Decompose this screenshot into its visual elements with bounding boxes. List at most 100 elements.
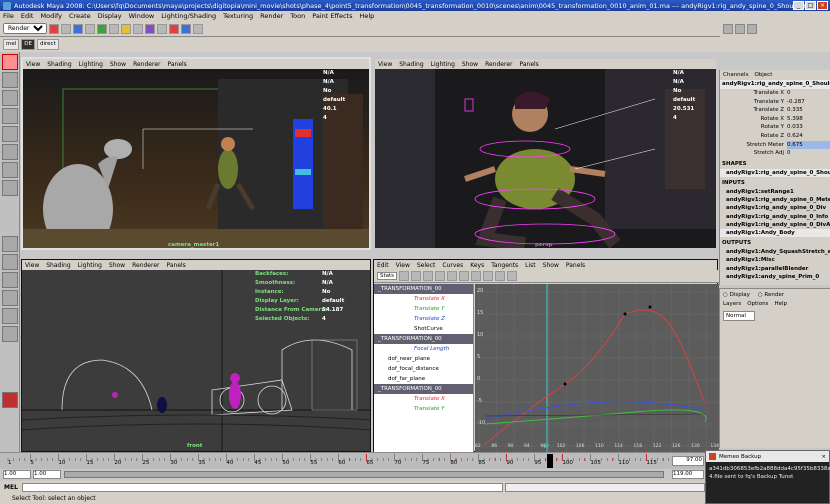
outliner-item[interactable]: dof_focal_distance	[374, 364, 473, 374]
vp-menu-shading[interactable]: Shading	[47, 61, 71, 68]
start-time-field[interactable]: 1.00	[3, 470, 31, 479]
close-button[interactable]: ×	[817, 1, 828, 10]
graph-outliner[interactable]: _TRANSFORMATION_00 Translate X Translate Y…	[374, 284, 474, 453]
input-node[interactable]: andyRigv1:rig_andy_spine_0_Div	[720, 204, 830, 212]
tangent-stepped-icon[interactable]	[471, 271, 482, 281]
playback-end-field[interactable]: 119.00	[672, 470, 704, 479]
channel-attr[interactable]: Translate X0	[720, 89, 830, 98]
outliner-item[interactable]: ShotCurve	[374, 324, 473, 334]
attr-value[interactable]: 0.335	[787, 106, 830, 115]
vp-menu-lighting[interactable]: Lighting	[431, 61, 455, 68]
outliner-item[interactable]: Translate X	[374, 394, 473, 404]
layout-graph-icon[interactable]	[2, 290, 18, 306]
outliner-item[interactable]: dof_far_plane	[374, 374, 473, 384]
attr-value[interactable]: -0.287	[787, 98, 830, 107]
vp-menu-renderer[interactable]: Renderer	[133, 61, 160, 68]
select-object-icon[interactable]	[97, 23, 107, 34]
vp-menu-shading[interactable]: Shading	[399, 61, 423, 68]
ge-menu-select[interactable]: Select	[417, 262, 436, 269]
shelf-tab-direct[interactable]: direct	[37, 39, 59, 50]
select-component-icon[interactable]	[109, 23, 119, 34]
vp-menu-show[interactable]: Show	[462, 61, 478, 68]
current-time-field[interactable]: 97.00	[672, 456, 704, 466]
vp-menu-view[interactable]: View	[378, 61, 392, 68]
vp-menu-panels[interactable]: Panels	[519, 61, 538, 68]
stats-field[interactable]: Stats	[377, 272, 398, 280]
lasso-tool-icon[interactable]	[2, 72, 18, 88]
ge-menu-panels[interactable]: Panels	[566, 262, 585, 269]
history-icon[interactable]	[157, 23, 167, 34]
menu-texturing[interactable]: Texturing	[223, 12, 253, 20]
maximize-button[interactable]: □	[805, 1, 816, 10]
vp-menu-view[interactable]: View	[25, 262, 39, 269]
open-scene-icon[interactable]	[61, 23, 71, 34]
vp-menu-renderer[interactable]: Renderer	[132, 262, 159, 269]
last-tool-icon[interactable]	[2, 180, 18, 196]
input-node[interactable]: andyRigv1:setRange1	[720, 188, 830, 196]
new-scene-icon[interactable]	[49, 23, 59, 34]
menu-modify[interactable]: Modify	[40, 12, 62, 20]
channel-attr[interactable]: Stretch Meter 0.675	[720, 140, 830, 150]
shape-node[interactable]: andyRigv1:rig_andy_spine_0_Shoul	[720, 168, 830, 177]
menu-help[interactable]: Help	[359, 12, 374, 20]
input-node[interactable]: andyRigv1:rig_andy_spine_0_Info	[720, 213, 830, 221]
select-hierarchy-icon[interactable]	[85, 23, 95, 34]
rotate-tool-icon[interactable]	[2, 126, 18, 142]
menu-display[interactable]: Display	[98, 12, 122, 20]
snap-point-icon[interactable]	[145, 23, 155, 34]
layer-menu-help[interactable]: Help	[774, 301, 787, 307]
viewport-persp[interactable]: View Shading Lighting Show Renderer Pane…	[373, 57, 718, 250]
outliner-item[interactable]: _TRANSFORMATION_00	[374, 384, 473, 394]
vp-menu-lighting[interactable]: Lighting	[78, 262, 102, 269]
attr-value[interactable]: 0	[787, 149, 830, 158]
outliner-item[interactable]: Focal Length	[374, 344, 473, 354]
layout-four-icon[interactable]	[2, 254, 18, 270]
input-node[interactable]: andyRigv1:Andy_Body	[720, 228, 830, 238]
backup-notification[interactable]: Memeo Backup × a341db306853efb2a888dda4c…	[705, 450, 830, 504]
channel-attr[interactable]: Translate Y -0.287	[720, 98, 830, 107]
menu-painteffects[interactable]: Paint Effects	[312, 12, 352, 20]
manipulator-icon[interactable]	[2, 162, 18, 178]
minimize-button[interactable]: _	[793, 1, 804, 10]
tangent-linear-icon[interactable]	[447, 271, 458, 281]
toggle-attribute-editor-icon[interactable]	[723, 24, 733, 34]
graph-view[interactable]: 20 15 10 5 0 -5 -10 82 86 90 94 98 102 106 110 114 118 1…	[475, 284, 719, 453]
render-radio[interactable]: ○ Render	[758, 292, 784, 298]
outliner-item[interactable]: Translate Z	[374, 314, 473, 324]
outliner-item[interactable]: _TRANSFORMATION_00	[374, 334, 473, 344]
tab-object[interactable]: Object	[754, 72, 772, 78]
scale-tool-icon[interactable]	[2, 144, 18, 160]
ipr-render-icon[interactable]	[181, 23, 191, 34]
menu-edit[interactable]: Edit	[21, 12, 34, 20]
output-node[interactable]: andyRigv1:Misc	[720, 256, 830, 264]
attr-value[interactable]: 0.675	[787, 140, 830, 150]
tab-channels[interactable]: Channels	[723, 72, 748, 78]
shelf-tab-de[interactable]: DE	[21, 39, 35, 50]
menu-file[interactable]: File	[3, 12, 14, 20]
vp-menu-show[interactable]: Show	[109, 262, 125, 269]
menu-toon[interactable]: Toon	[290, 12, 305, 20]
vp-menu-panels[interactable]: Panels	[166, 262, 185, 269]
render-icon[interactable]	[169, 23, 179, 34]
output-node[interactable]: andyRigv1:parallelBlender	[720, 265, 830, 273]
curve-graph[interactable]	[475, 284, 719, 453]
paint-select-icon[interactable]	[2, 90, 18, 106]
outliner-item[interactable]: Translate Y	[374, 304, 473, 314]
layer-menu-options[interactable]: Options	[747, 301, 768, 307]
ge-menu-edit[interactable]: Edit	[377, 262, 389, 269]
layout-outliner-icon[interactable]	[2, 308, 18, 324]
viewport-front[interactable]: View Shading Lighting Show Renderer Pane…	[21, 259, 371, 452]
menu-create[interactable]: Create	[69, 12, 91, 20]
channel-attr[interactable]: Rotate Z 0.624	[720, 132, 830, 141]
menu-window[interactable]: Window	[129, 12, 155, 20]
selected-node-name[interactable]: andyRigv1:rig_andy_spine_0_Should	[720, 80, 830, 89]
layer-mode-dropdown[interactable]: Normal	[723, 311, 755, 321]
outliner-item[interactable]: _TRANSFORMATION_00	[374, 284, 473, 294]
ge-menu-show[interactable]: Show	[543, 262, 559, 269]
output-node[interactable]: andyRigv1:Andy_SquashStretch_ad	[720, 248, 830, 256]
vp-menu-lighting[interactable]: Lighting	[79, 61, 103, 68]
unify-tangent-icon[interactable]	[507, 271, 518, 281]
output-node[interactable]: andyRigv1:andy_spine_Prim_0	[720, 273, 830, 281]
outliner-item[interactable]: Translate X	[374, 294, 473, 304]
layout-side-icon[interactable]	[2, 272, 18, 288]
